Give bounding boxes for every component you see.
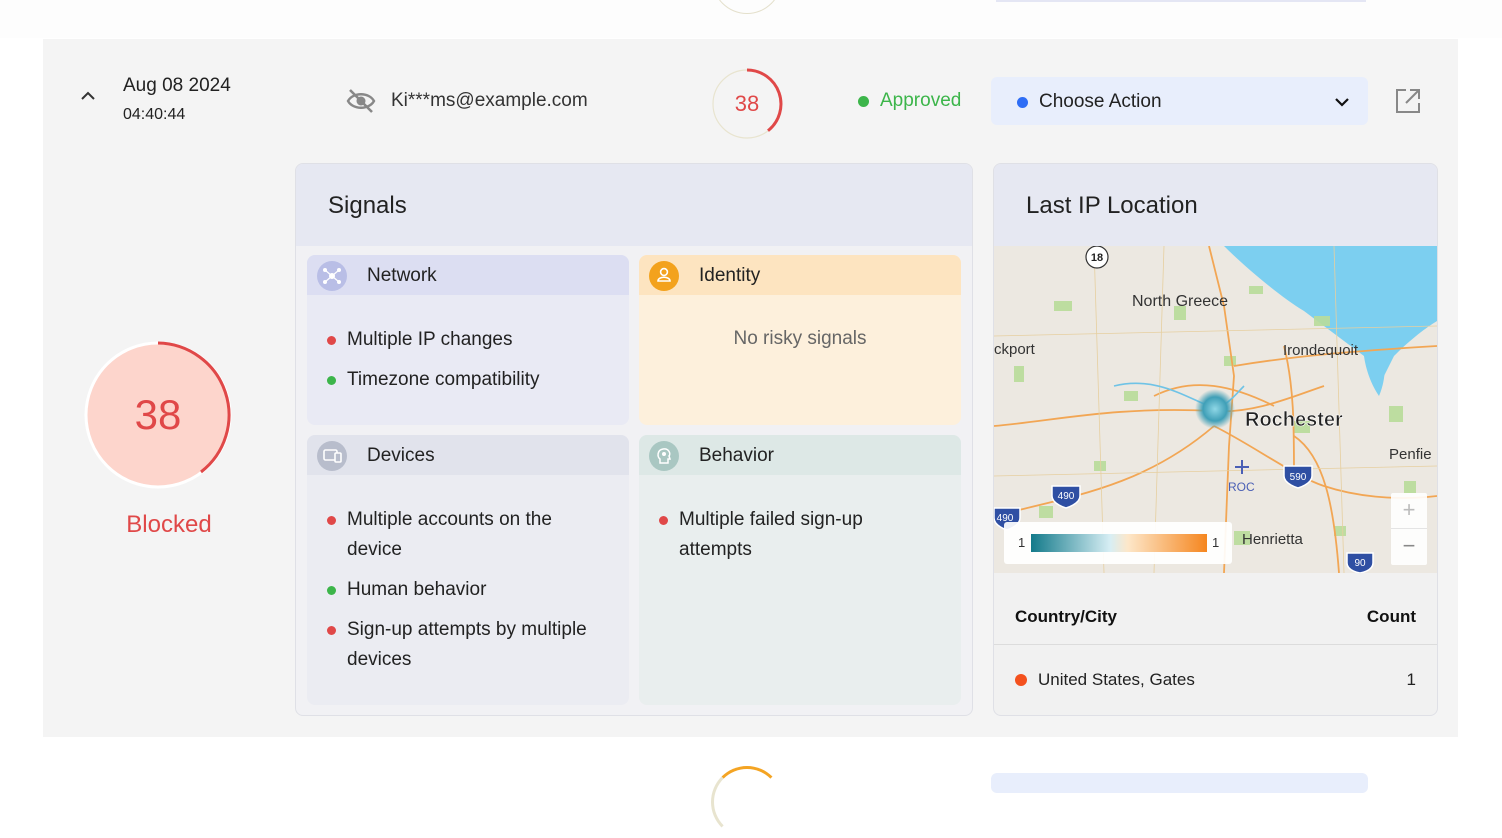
svg-text:590: 590 bbox=[1290, 472, 1307, 483]
shield-90: 90 bbox=[1346, 552, 1374, 573]
behavior-card-header: Behavior bbox=[639, 435, 961, 475]
legend-gradient bbox=[1031, 534, 1207, 552]
devices-card: Devices Multiple accounts on the device … bbox=[307, 435, 629, 705]
ok-dot bbox=[327, 586, 336, 595]
signals-panel: Signals Network Multiple IP changes Time… bbox=[295, 163, 973, 716]
network-signal: Multiple IP changes bbox=[327, 325, 629, 355]
svg-text:90: 90 bbox=[1354, 558, 1366, 569]
zoom-controls: + − bbox=[1391, 493, 1427, 565]
network-card: Network Multiple IP changes Timezone com… bbox=[307, 255, 629, 425]
risk-dot bbox=[327, 626, 336, 635]
action-dot bbox=[1017, 97, 1028, 108]
map-legend: 1 1 bbox=[1004, 522, 1232, 564]
previous-row-strip bbox=[0, 0, 1502, 38]
chevron-down-icon bbox=[1335, 98, 1349, 107]
svg-text:490: 490 bbox=[1058, 491, 1075, 502]
table-row: United States, Gates 1 bbox=[994, 645, 1437, 715]
route-18-label: 18 bbox=[1091, 252, 1103, 264]
previous-score-ring bbox=[712, 0, 782, 14]
risk-dot bbox=[327, 516, 336, 525]
devices-icon bbox=[317, 441, 347, 471]
network-title: Network bbox=[367, 265, 437, 286]
legend-min: 1 bbox=[1018, 535, 1026, 550]
shield-490-a: 490 bbox=[1051, 485, 1081, 509]
risk-dot bbox=[659, 516, 668, 525]
devices-signal: Sign-up attempts by multiple devices bbox=[327, 615, 617, 675]
devices-signal: Human behavior bbox=[327, 575, 629, 605]
devices-signal: Multiple accounts on the device bbox=[327, 505, 597, 565]
location-table-header: Country/City Count bbox=[994, 573, 1437, 645]
behavior-signal: Multiple failed sign-up attempts bbox=[659, 505, 899, 565]
map-label-penfield: Penfie bbox=[1389, 446, 1432, 463]
row-count: 1 bbox=[1406, 670, 1416, 689]
identity-card: Identity No risky signals bbox=[639, 255, 961, 425]
behavior-card: Behavior Multiple failed sign-up attempt… bbox=[639, 435, 961, 705]
row-time: 04:40:44 bbox=[123, 106, 186, 123]
location-dot bbox=[1015, 674, 1027, 686]
status-dot bbox=[858, 96, 869, 107]
previous-action-select bbox=[996, 0, 1366, 2]
network-icon bbox=[317, 261, 347, 291]
devices-card-header: Devices bbox=[307, 435, 629, 475]
map-label-north-greece: North Greece bbox=[1132, 293, 1228, 310]
choose-action-select[interactable]: Choose Action bbox=[991, 77, 1368, 125]
action-label: Choose Action bbox=[1039, 91, 1162, 112]
col-count: Count bbox=[1366, 607, 1416, 626]
identity-empty-state: No risky signals bbox=[733, 328, 867, 349]
big-score-value: 38 bbox=[134, 391, 182, 438]
risk-dot bbox=[327, 336, 336, 345]
map-label-irondequoit: Irondequoit bbox=[1283, 342, 1359, 359]
row-date: Aug 08 2024 bbox=[123, 75, 231, 96]
row-place: United States, Gates bbox=[1038, 670, 1195, 689]
identity-title: Identity bbox=[699, 265, 761, 286]
ip-location-map[interactable]: 18 North Greece ckport Irondequoit Penfi… bbox=[994, 246, 1437, 573]
map-label-roc: ROC bbox=[1228, 480, 1255, 494]
last-ip-location-panel: Last IP Location 18 North Greece ckport … bbox=[993, 163, 1438, 716]
collapse-chevron-icon[interactable] bbox=[78, 86, 98, 106]
map-label-brockport: ckport bbox=[994, 341, 1036, 358]
map-label-henrietta: Henrietta bbox=[1242, 531, 1304, 548]
row-score: 38 bbox=[734, 91, 760, 116]
behavior-icon bbox=[649, 441, 679, 471]
verdict-label: Blocked bbox=[126, 511, 212, 538]
eye-off-icon[interactable] bbox=[345, 86, 377, 116]
signals-title: Signals bbox=[296, 164, 972, 246]
behavior-title: Behavior bbox=[699, 445, 774, 466]
ok-dot bbox=[327, 376, 336, 385]
next-action-select bbox=[991, 773, 1368, 793]
devices-title: Devices bbox=[367, 445, 435, 466]
external-link-icon[interactable] bbox=[1395, 88, 1421, 114]
network-signal: Timezone compatibility bbox=[327, 365, 629, 395]
col-country-city: Country/City bbox=[1015, 607, 1117, 626]
shield-590: 590 bbox=[1283, 465, 1313, 489]
zoom-out-button[interactable]: − bbox=[1391, 529, 1427, 565]
user-email: Ki***ms@example.com bbox=[391, 90, 588, 111]
map-label-rochester: Rochester bbox=[1245, 409, 1343, 431]
identity-card-header: Identity bbox=[639, 255, 961, 295]
legend-max: 1 bbox=[1212, 535, 1220, 550]
zoom-in-button[interactable]: + bbox=[1391, 493, 1427, 529]
network-card-header: Network bbox=[307, 255, 629, 295]
status-label: Approved bbox=[880, 90, 962, 111]
location-title: Last IP Location bbox=[994, 164, 1437, 246]
identity-icon bbox=[649, 261, 679, 291]
ip-heat-point bbox=[1195, 389, 1235, 429]
next-score-ring bbox=[711, 766, 783, 838]
